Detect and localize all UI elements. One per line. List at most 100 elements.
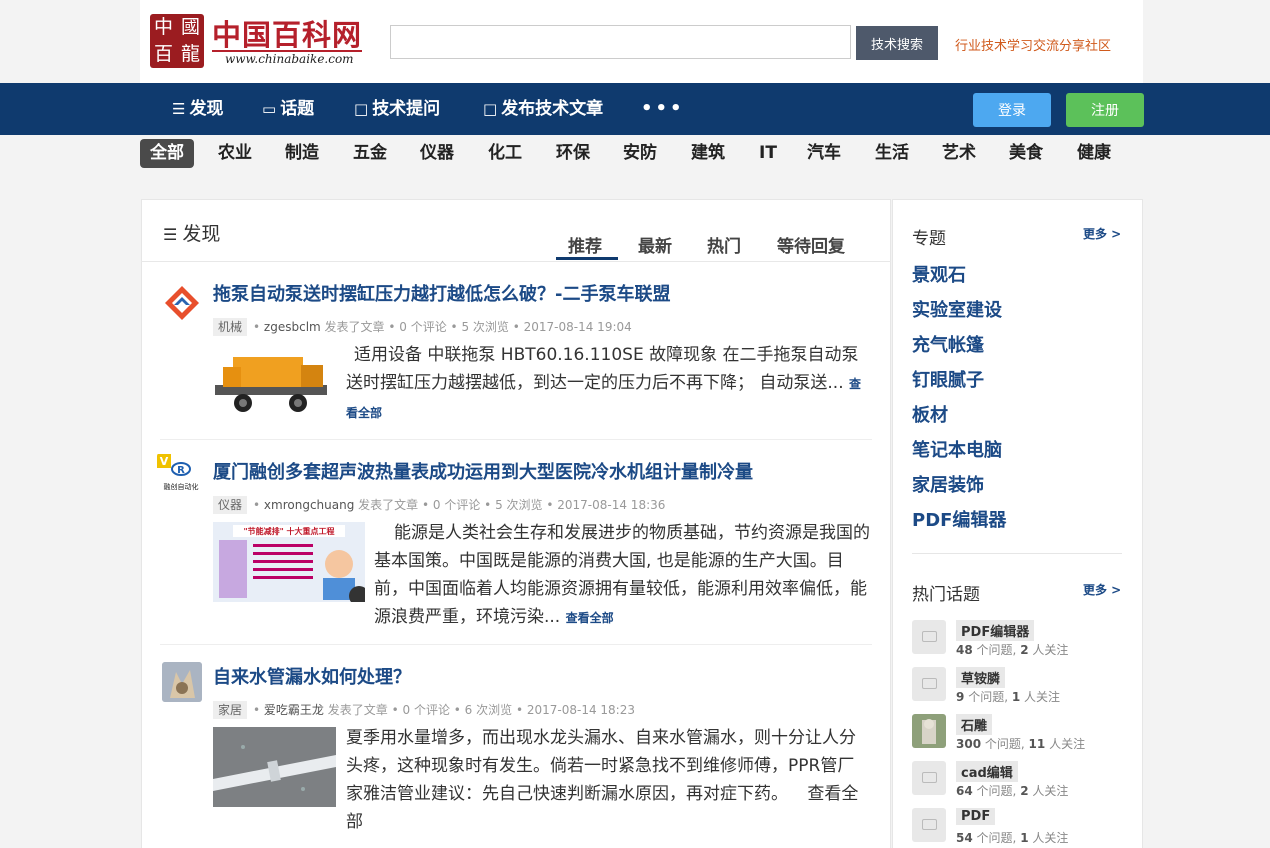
topic-icon[interactable] [912, 667, 946, 701]
search-button[interactable]: 技术搜索 [856, 26, 938, 60]
hot-topic-name[interactable]: 草铵膦 [956, 667, 1006, 688]
question-thumbnail[interactable]: "节能减排" 十大重点工程 [213, 522, 365, 602]
login-button[interactable]: 登录 [973, 93, 1051, 127]
concrete-pump-image [215, 357, 327, 412]
topic-icon[interactable] [912, 808, 946, 842]
active-tab-indicator [556, 257, 618, 260]
question-meta: 仪器 • xmrongchuang 发表了文章 • 0 个评论 • 5 次浏览 •… [213, 496, 666, 514]
question-user[interactable]: xmrongchuang [264, 498, 354, 512]
nav-more-button[interactable]: ••• [641, 83, 685, 135]
stat-followers: 1 [1011, 690, 1021, 704]
register-button[interactable]: 注册 [1066, 93, 1144, 127]
category-item[interactable]: 化工 [478, 139, 532, 168]
question-tag[interactable]: 仪器 [213, 496, 248, 514]
topic-link[interactable]: 板材 [912, 401, 948, 427]
category-item[interactable]: 仪器 [410, 139, 464, 168]
tab-recommended[interactable]: 推荐 [568, 232, 602, 257]
stat-label: 个问题, [976, 643, 1017, 657]
pump-logo-icon [165, 286, 199, 320]
read-all-link[interactable]: 查看全部 [566, 611, 614, 625]
meta-time: 2017-08-14 18:23 [526, 703, 635, 717]
question-text: 夏季用水量增多，而出现水龙头漏水、自来水管漏水，则十分让人分头疼，这种现象时有发… [346, 728, 856, 804]
question-user[interactable]: 爱吃霸王龙 [264, 703, 324, 717]
hot-topic-name[interactable]: 石雕 [956, 714, 993, 735]
nav-item-discover[interactable]: ☰ 发现 [172, 83, 223, 135]
question-tag[interactable]: 家居 [213, 701, 248, 719]
question-title[interactable]: 自来水管漏水如何处理？ [213, 663, 411, 689]
rongchuang-logo-icon: V R 融创自动化 [157, 454, 199, 491]
question-meta: 机械 • zgesbclm 发表了文章 • 0 个评论 • 5 次浏览 • 201… [213, 318, 632, 336]
stat-label: 人关注 [1032, 643, 1069, 657]
avatar[interactable] [162, 283, 202, 323]
stat-questions: 300 [956, 737, 982, 751]
meta-time: 2017-08-14 18:36 [557, 498, 666, 512]
logo-url: www.chinabaike.com [225, 52, 354, 66]
stone-carving-photo-icon [912, 714, 946, 748]
category-all[interactable]: 全部 [140, 139, 194, 168]
category-item[interactable]: 制造 [275, 139, 329, 168]
nav-item-publish[interactable]: □ 发布技术文章 [483, 83, 603, 135]
category-item[interactable]: 安防 [613, 139, 667, 168]
stat-label: 个问题, [984, 737, 1025, 751]
hot-topics-more-link[interactable]: 更多 > [1083, 581, 1121, 598]
main-title: ☰ 发现 [163, 219, 220, 246]
category-item[interactable]: 美食 [999, 139, 1053, 168]
meta-views: 6 次浏览 [464, 703, 513, 717]
question-title[interactable]: 厦门融创多套超声波热量表成功运用到大型医院冷水机组计量制冷量 [213, 458, 753, 484]
hot-topic-name[interactable]: PDF编辑器 [956, 620, 1035, 641]
topic-link[interactable]: 家居装饰 [912, 471, 984, 497]
topic-link[interactable]: 充气帐篷 [912, 331, 984, 357]
question-thumbnail[interactable] [213, 345, 331, 420]
energy-saving-poster-image: "节能减排" 十大重点工程 [213, 522, 365, 602]
category-item[interactable]: 农业 [208, 139, 262, 168]
avatar[interactable]: V R 融创自动化 [157, 453, 205, 493]
search-input[interactable] [390, 25, 851, 59]
stat-questions: 64 [956, 784, 973, 798]
topic-link[interactable]: 钉眼腻子 [912, 366, 984, 392]
category-item[interactable]: 环保 [546, 139, 600, 168]
chat-icon: ▭ [262, 100, 277, 118]
topic-icon[interactable] [912, 761, 946, 795]
meta-time: 2017-08-14 19:04 [523, 320, 632, 334]
question-excerpt: 适用设备 中联拖泵 HBT60.16.110SE 故障现象 在二手拖泵自动泵送时… [346, 341, 871, 427]
nav-item-topics[interactable]: ▭ 话题 [262, 83, 314, 135]
meta-comments: 0 个评论 [399, 320, 447, 334]
water-pipe-image [213, 727, 336, 807]
avatar[interactable] [162, 662, 202, 702]
hot-topic-name[interactable]: PDF [956, 808, 996, 825]
topic-link[interactable]: PDF编辑器 [912, 506, 1006, 532]
hot-topic-stats: 54 个问题, 1 人关注 [956, 829, 1068, 846]
tab-latest[interactable]: 最新 [638, 232, 672, 257]
question-user[interactable]: zgesbclm [264, 320, 321, 334]
question-tag[interactable]: 机械 [213, 318, 248, 336]
category-item[interactable]: IT [749, 139, 787, 168]
logo-title[interactable]: 中国百科网 [212, 12, 362, 54]
hot-topics-heading: 热门话题 [912, 585, 980, 605]
logo-seal[interactable]: 中 國 百 龍 [150, 14, 204, 68]
question-thumbnail[interactable] [213, 727, 336, 807]
category-item[interactable]: 建筑 [681, 139, 735, 168]
topic-link[interactable]: 笔记本电脑 [912, 436, 1002, 462]
hot-topic-stats: 48 个问题, 2 人关注 [956, 641, 1068, 658]
category-item[interactable]: 健康 [1067, 139, 1121, 168]
category-item[interactable]: 生活 [865, 139, 919, 168]
topics-more-link[interactable]: 更多 > [1083, 225, 1121, 242]
question-title[interactable]: 拖泵自动泵送时摆缸压力越打越低怎么破？-二手泵车联盟 [213, 280, 670, 306]
topic-link[interactable]: 景观石 [912, 261, 966, 287]
hot-topic-name[interactable]: cad编辑 [956, 761, 1018, 782]
hot-topic-stats: 300 个问题, 11 人关注 [956, 735, 1085, 752]
meta-views: 5 次浏览 [495, 498, 543, 512]
topic-link[interactable]: 实验室建设 [912, 296, 1002, 322]
topic-icon[interactable] [912, 620, 946, 654]
tab-hot[interactable]: 热门 [707, 232, 741, 257]
stat-label: 个问题, [968, 690, 1009, 704]
cat-photo-icon [162, 662, 202, 702]
category-item[interactable]: 五金 [343, 139, 397, 168]
nav-label: 话题 [280, 99, 315, 119]
category-item[interactable]: 艺术 [932, 139, 986, 168]
nav-item-ask[interactable]: □ 技术提问 [354, 83, 440, 135]
tab-awaiting-reply[interactable]: 等待回复 [777, 232, 845, 257]
meta-action: 发表了文章 [327, 703, 388, 717]
topic-icon[interactable] [912, 714, 946, 748]
category-item[interactable]: 汽车 [797, 139, 851, 168]
